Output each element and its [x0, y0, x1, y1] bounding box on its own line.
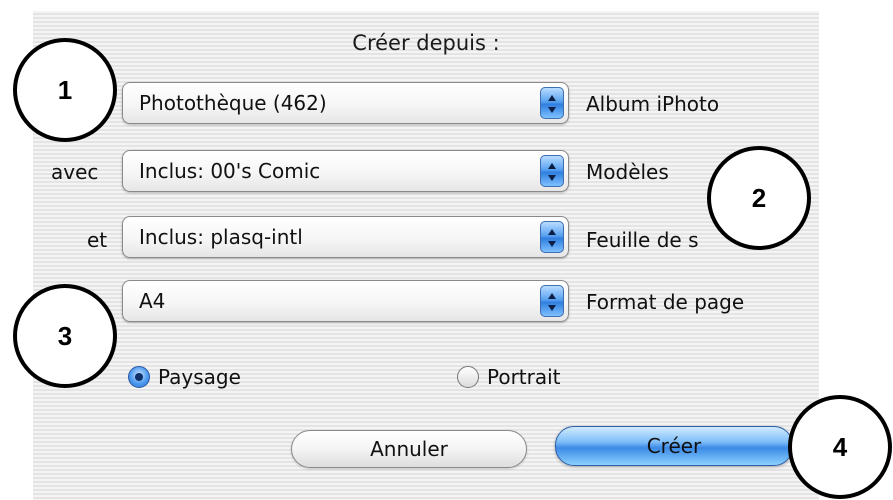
landscape-label[interactable]: Paysage	[158, 365, 241, 389]
popup-arrows-icon	[540, 221, 564, 253]
popup-arrows-icon	[540, 87, 564, 119]
stylesheet-popup-value: Inclus: plasq-intl	[139, 225, 303, 249]
callout-4-number: 4	[832, 432, 848, 462]
page-format-label: Format de page	[586, 290, 745, 314]
templates-popup[interactable]: Inclus: 00's Comic	[122, 150, 569, 192]
callout-2-number: 2	[751, 183, 767, 213]
callout-3: 3	[13, 284, 117, 388]
et-label: et	[87, 228, 108, 252]
cancel-button[interactable]: Annuler	[291, 430, 527, 468]
callout-1: 1	[13, 38, 117, 142]
create-button[interactable]: Créer	[555, 426, 793, 466]
templates-popup-value: Inclus: 00's Comic	[139, 159, 321, 183]
callout-2: 2	[707, 146, 811, 250]
popup-arrows-icon	[540, 285, 564, 317]
avec-label: avec	[51, 160, 99, 184]
callout-3-number: 3	[57, 321, 73, 351]
callout-4: 4	[788, 395, 892, 499]
popup-arrows-icon	[540, 155, 564, 187]
dialog-heading: Créer depuis :	[352, 31, 500, 55]
portrait-label[interactable]: Portrait	[487, 365, 561, 389]
source-popup[interactable]: Photothèque (462)	[122, 82, 569, 124]
callout-1-number: 1	[57, 75, 73, 105]
stylesheet-label: Feuille de s	[586, 228, 699, 252]
page-format-popup[interactable]: A4	[122, 280, 569, 322]
portrait-radio[interactable]	[457, 366, 479, 388]
landscape-radio[interactable]	[128, 366, 150, 388]
source-popup-value: Photothèque (462)	[139, 91, 327, 115]
page-format-popup-value: A4	[139, 289, 166, 313]
stylesheet-popup[interactable]: Inclus: plasq-intl	[122, 216, 569, 258]
source-label: Album iPhoto	[586, 92, 720, 116]
templates-label: Modèles	[586, 160, 669, 184]
